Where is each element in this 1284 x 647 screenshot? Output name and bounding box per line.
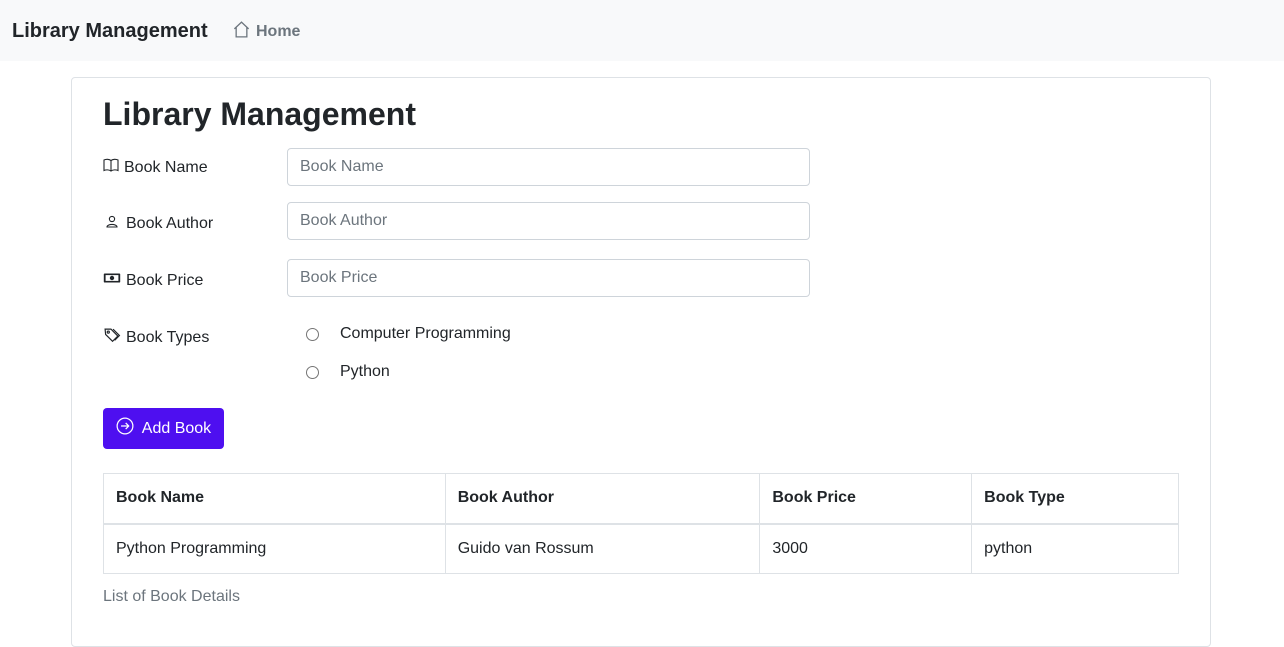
arrow-right-circle-icon: [116, 417, 142, 440]
add-book-button-label: Add Book: [141, 419, 212, 437]
book-name-input[interactable]: [287, 148, 810, 186]
radio-label: Computer Programming: [340, 325, 511, 342]
table-cell-book-name: Python Programming: [103, 523, 446, 574]
book-price-label-text: Book Price: [126, 271, 204, 289]
tags-icon: [103, 327, 126, 349]
book-types-label-text: Book Types: [126, 329, 210, 346]
column-header-book-type: Book Type: [971, 473, 1179, 525]
table-cell-book-type: python: [971, 523, 1179, 574]
book-type-option-computer-programming[interactable]: Computer Programming: [306, 325, 511, 343]
home-icon: [232, 20, 256, 44]
book-name-label-text: Book Name: [124, 158, 208, 176]
column-header-book-price: Book Price: [759, 473, 973, 525]
nav-home-link[interactable]: Home: [232, 20, 300, 44]
nav-home-label: Home: [256, 23, 301, 40]
table-cell-book-author: Guido van Rossum: [444, 523, 761, 574]
radio-button[interactable]: [306, 327, 319, 341]
book-type-option-python[interactable]: Python: [306, 363, 390, 381]
book-icon: [103, 157, 124, 178]
book-types-label: Book Types: [103, 327, 209, 349]
page-title: Library Management: [103, 96, 416, 132]
add-book-button[interactable]: Add Book: [103, 408, 224, 449]
cash-icon: [103, 270, 126, 291]
table-header-row: Book Name Book Author Book Price Book Ty…: [103, 473, 1179, 525]
book-name-label: Book Name: [103, 157, 208, 178]
book-author-input[interactable]: [287, 202, 810, 240]
table-caption: List of Book Details: [103, 588, 240, 605]
book-price-label: Book Price: [103, 270, 203, 291]
navbar: Library Management Home: [0, 0, 1284, 61]
table-row: Python Programming Guido van Rossum 3000…: [103, 523, 1179, 574]
book-author-label-text: Book Author: [126, 214, 214, 232]
navbar-brand[interactable]: Library Management: [12, 19, 208, 43]
book-price-input[interactable]: [287, 259, 810, 297]
column-header-book-author: Book Author: [444, 473, 761, 525]
person-icon: [103, 213, 126, 234]
radio-button[interactable]: [306, 365, 319, 379]
radio-label: Python: [340, 363, 390, 380]
table-cell-book-price: 3000: [759, 523, 973, 574]
column-header-book-name: Book Name: [103, 473, 446, 525]
book-author-label: Book Author: [103, 213, 213, 234]
books-table: Book Name Book Author Book Price Book Ty…: [103, 473, 1179, 574]
